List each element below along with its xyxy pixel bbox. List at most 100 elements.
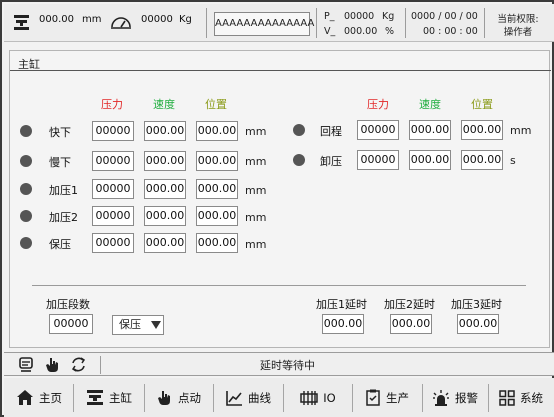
nav-home-button[interactable]: 主页 [6,380,72,415]
hold-pressure-input[interactable]: 00000 [92,233,134,253]
col-header-pressure: 压力 [101,98,123,111]
release-speed-input[interactable]: 000.00 [409,150,451,170]
nav-system-button[interactable]: 系统 [490,380,552,415]
nav-main-cylinder-label: 主缸 [109,390,132,405]
refresh-icon[interactable] [70,356,87,373]
press1-position-input[interactable]: 000.00 [196,179,238,199]
nav-jog-button[interactable]: 点动 [146,380,212,415]
hand-icon [157,389,173,406]
unit-label: mm [245,125,267,138]
row-label-return: 回程 [320,125,342,138]
nav-production-label: 生产 [386,390,409,405]
col-header-position: 位置 [471,98,493,111]
unit-label: mm [245,155,267,168]
unit-label: mm [245,184,267,197]
delay3-input[interactable]: 000.00 [457,314,499,334]
row-label-press2: 加压2 [49,211,78,224]
delay1-input[interactable]: 000.00 [322,314,364,334]
home-icon [16,389,34,406]
slow-down-position-input[interactable]: 000.00 [196,151,238,171]
unit-label: mm [245,238,267,251]
press1-pressure-input[interactable]: 00000 [92,179,134,199]
divider [144,384,145,412]
v-unit: % [385,26,395,37]
permission-label: 当前权限: [497,14,539,25]
divider [422,384,423,412]
divider [206,8,207,38]
nav-io-button[interactable]: IO [285,380,351,415]
press2-speed-input[interactable]: 000.00 [144,206,186,226]
status-bar: 延时等待中 [4,352,554,376]
nav-alarm-button[interactable]: 报警 [424,380,486,415]
status-message: 延时等待中 [260,359,315,372]
return-position-input[interactable]: 000.00 [461,120,503,140]
divider [283,384,284,412]
alarm-icon [432,389,450,407]
nav-system-label: 系统 [520,390,543,405]
nav-production-button[interactable]: 生产 [354,380,420,415]
chart-line-icon [225,390,243,406]
chevron-down-icon [151,321,161,329]
printer-icon[interactable] [18,357,34,373]
clipboard-icon [365,389,381,406]
position-readout: 000.00 [39,14,74,25]
gauge-icon [110,15,132,29]
slow-down-pressure-input[interactable]: 00000 [92,151,134,171]
model-name-button[interactable]: AAAAAAAAAAAAAA [214,12,314,36]
delay3-label: 加压3延时 [451,298,502,311]
v-label: V_ [324,26,336,37]
return-speed-input[interactable]: 000.00 [409,120,451,140]
col-header-speed: 速度 [419,98,441,111]
hand-icon[interactable] [45,356,61,373]
release-position-input[interactable]: 000.00 [461,150,503,170]
divider [100,356,101,374]
delay2-label: 加压2延时 [384,298,435,311]
press2-pressure-input[interactable]: 00000 [92,206,134,226]
press-icon [86,389,104,406]
divider [352,384,353,412]
hold-position-input[interactable]: 000.00 [196,233,238,253]
press1-indicator [20,183,32,195]
io-module-icon [300,390,319,406]
slow-down-indicator [20,155,32,167]
press-icon [13,15,30,31]
nav-alarm-label: 报警 [455,390,478,405]
return-pressure-input[interactable]: 00000 [357,120,399,140]
nav-curve-button[interactable]: 曲线 [215,380,281,415]
divider [213,384,214,412]
grid-icon [499,389,515,406]
position-unit: mm [82,14,102,25]
mode-select[interactable]: 保压 [112,315,164,335]
row-label-hold: 保压 [49,238,71,251]
slow-down-speed-input[interactable]: 000.00 [144,151,186,171]
divider [484,8,485,38]
nav-jog-label: 点动 [178,390,201,405]
row-label-press1: 加压1 [49,184,78,197]
release-indicator [293,154,305,166]
delay2-input[interactable]: 000.00 [390,314,432,334]
nav-curve-label: 曲线 [248,390,271,405]
nav-main-cylinder-button[interactable]: 主缸 [76,380,142,415]
col-header-pressure: 压力 [367,98,389,111]
press2-position-input[interactable]: 000.00 [196,206,238,226]
top-header: 000.00 mm 00000 Kg AAAAAAAAAAAAAA P_ 000… [4,4,554,42]
fast-down-pressure-input[interactable]: 00000 [92,121,134,141]
hold-speed-input[interactable]: 000.00 [144,233,186,253]
fast-down-speed-input[interactable]: 000.00 [144,121,186,141]
permission-value: 操作者 [503,27,533,38]
press-stages-label: 加压段数 [46,298,90,311]
press-stages-input[interactable]: 00000 [49,314,93,334]
hold-indicator [20,237,32,249]
nav-io-label: IO [323,390,336,405]
press1-speed-input[interactable]: 000.00 [144,179,186,199]
unit-label: mm [510,124,532,137]
row-label-fast-down: 快下 [49,126,71,139]
row-label-slow-down: 慢下 [49,156,71,169]
mode-select-value: 保压 [119,318,141,331]
release-pressure-input[interactable]: 00000 [357,150,399,170]
fast-down-position-input[interactable]: 000.00 [196,121,238,141]
title-underline [10,70,551,71]
nav-home-label: 主页 [39,390,62,405]
section-divider [32,285,526,286]
delay1-label: 加压1延时 [316,298,367,311]
